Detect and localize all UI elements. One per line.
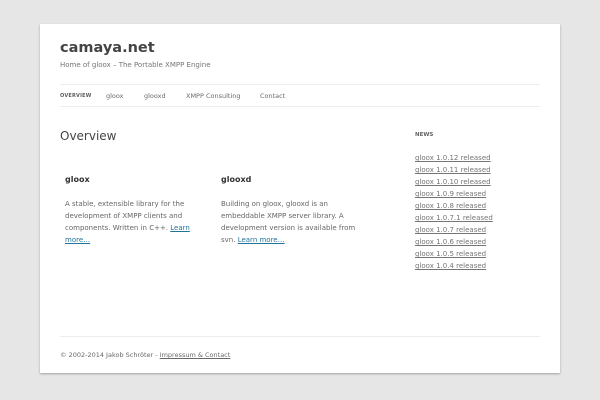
site-title[interactable]: camaya.net bbox=[60, 40, 155, 56]
news-item[interactable]: gloox 1.0.4 released bbox=[415, 260, 493, 272]
column-title: glooxd bbox=[221, 175, 252, 184]
column-text: Building on gloox, glooxd is an embeddab… bbox=[221, 198, 371, 246]
news-item[interactable]: gloox 1.0.12 released bbox=[415, 152, 493, 164]
news-item[interactable]: gloox 1.0.6 released bbox=[415, 236, 493, 248]
page: camaya.net Home of gloox – The Portable … bbox=[40, 24, 560, 373]
main-nav: Overview gloox glooxd XMPP Consulting Co… bbox=[60, 84, 540, 107]
impressum-link[interactable]: Impressum & Contact bbox=[160, 351, 231, 359]
site-tagline: Home of gloox – The Portable XMPP Engine bbox=[60, 61, 211, 69]
news-sidebar: News gloox 1.0.12 released gloox 1.0.11 … bbox=[415, 132, 493, 272]
news-item[interactable]: gloox 1.0.7 released bbox=[415, 224, 493, 236]
news-item[interactable]: gloox 1.0.5 released bbox=[415, 248, 493, 260]
column-text: A stable, extensible library for the dev… bbox=[65, 198, 205, 246]
column-title: gloox bbox=[65, 175, 90, 184]
nav-glooxd[interactable]: glooxd bbox=[144, 92, 166, 100]
glooxd-column: glooxd Building on gloox, glooxd is an e… bbox=[221, 175, 371, 246]
news-item[interactable]: gloox 1.0.8 released bbox=[415, 200, 493, 212]
page-title: Overview bbox=[60, 129, 117, 143]
nav-xmpp-consulting[interactable]: XMPP Consulting bbox=[186, 92, 241, 100]
news-item[interactable]: gloox 1.0.11 released bbox=[415, 164, 493, 176]
news-item[interactable]: gloox 1.0.9 released bbox=[415, 188, 493, 200]
footer: © 2002-2014 Jakob Schröter - Impressum &… bbox=[60, 336, 540, 359]
gloox-column: gloox A stable, extensible library for t… bbox=[65, 175, 205, 246]
nav-gloox[interactable]: gloox bbox=[106, 92, 124, 100]
nav-contact[interactable]: Contact bbox=[260, 92, 285, 100]
copyright: © 2002-2014 Jakob Schröter - bbox=[60, 351, 160, 359]
column-description: A stable, extensible library for the dev… bbox=[65, 200, 185, 232]
news-heading: News bbox=[415, 132, 434, 138]
news-item[interactable]: gloox 1.0.7.1 released bbox=[415, 212, 493, 224]
news-item[interactable]: gloox 1.0.10 released bbox=[415, 176, 493, 188]
nav-overview[interactable]: Overview bbox=[60, 93, 92, 99]
learn-more-link[interactable]: Learn more… bbox=[238, 236, 285, 244]
